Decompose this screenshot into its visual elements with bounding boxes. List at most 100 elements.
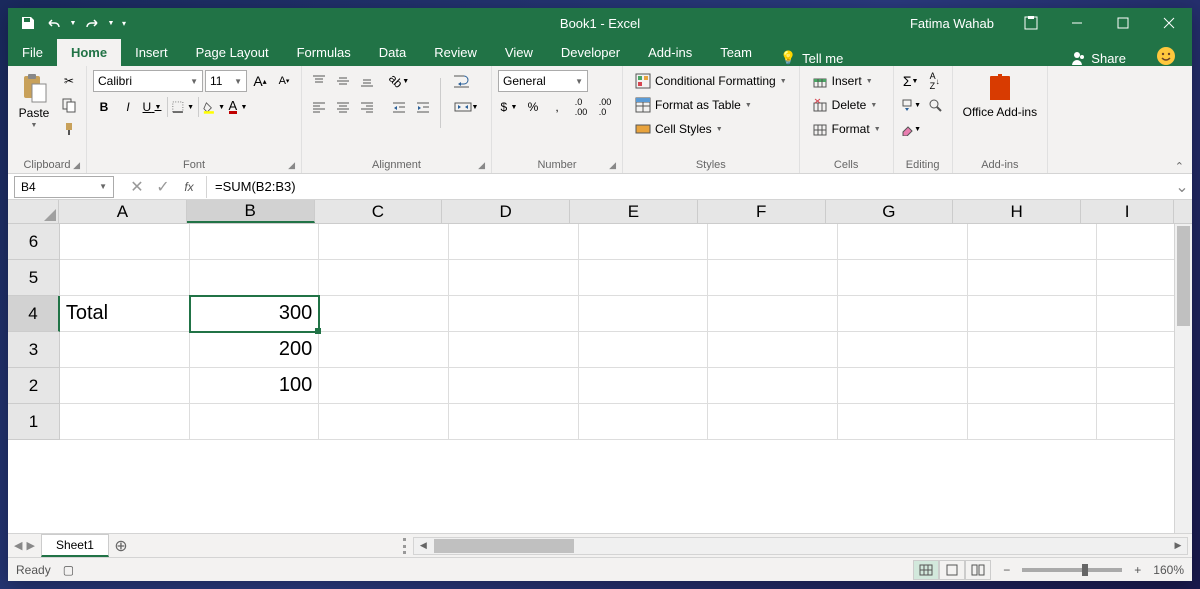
- dialog-launcher-icon[interactable]: ◢: [73, 160, 80, 171]
- paste-button[interactable]: Paste ▼: [14, 70, 54, 131]
- share-button[interactable]: Share: [1055, 50, 1140, 66]
- cut-button[interactable]: ✂: [58, 70, 80, 92]
- cell-E4[interactable]: [579, 296, 709, 332]
- align-left-button[interactable]: [308, 96, 330, 118]
- column-header-C[interactable]: C: [315, 200, 443, 223]
- cell-A1[interactable]: [60, 404, 190, 440]
- save-icon[interactable]: [16, 11, 40, 35]
- column-header-H[interactable]: H: [953, 200, 1081, 223]
- increase-indent-button[interactable]: [412, 96, 434, 118]
- scroll-left-icon[interactable]: ◀: [414, 538, 432, 554]
- sheet-nav-next-icon[interactable]: ▶: [26, 539, 34, 552]
- feedback-smiley-icon[interactable]: [1140, 46, 1192, 66]
- cell-A6[interactable]: [60, 224, 190, 260]
- cell-H4[interactable]: [968, 296, 1098, 332]
- row-header-1[interactable]: 1: [8, 404, 60, 440]
- cell-G1[interactable]: [838, 404, 968, 440]
- cell-D2[interactable]: [449, 368, 579, 404]
- minimize-button[interactable]: [1054, 8, 1100, 38]
- cell-C4[interactable]: [319, 296, 449, 332]
- wrap-text-button[interactable]: [447, 70, 477, 92]
- redo-icon[interactable]: [80, 11, 104, 35]
- cell-D1[interactable]: [449, 404, 579, 440]
- tell-me[interactable]: 💡 Tell me: [766, 50, 857, 66]
- cell-G5[interactable]: [838, 260, 968, 296]
- copy-button[interactable]: [58, 94, 80, 116]
- ribbon-display-icon[interactable]: [1008, 8, 1054, 38]
- font-color-button[interactable]: A ▼: [227, 96, 249, 118]
- cell-D6[interactable]: [449, 224, 579, 260]
- formula-input[interactable]: =SUM(B2:B3): [207, 179, 1172, 194]
- autosum-button[interactable]: Σ▼: [900, 70, 922, 92]
- fill-color-button[interactable]: ▼: [203, 96, 225, 118]
- tab-developer[interactable]: Developer: [547, 39, 634, 66]
- format-as-table-button[interactable]: Format as Table▼: [629, 94, 793, 116]
- horizontal-scrollbar[interactable]: ◀ ▶: [413, 537, 1188, 555]
- cell-G6[interactable]: [838, 224, 968, 260]
- cell-F2[interactable]: [708, 368, 838, 404]
- column-header-A[interactable]: A: [59, 200, 187, 223]
- sheet-nav-prev-icon[interactable]: ◀: [14, 539, 22, 552]
- cell-F6[interactable]: [708, 224, 838, 260]
- cell-H5[interactable]: [968, 260, 1098, 296]
- align-top-button[interactable]: [308, 70, 330, 92]
- cell-D5[interactable]: [449, 260, 579, 296]
- zoom-out-button[interactable]: −: [999, 563, 1014, 577]
- border-button[interactable]: ▼: [172, 96, 194, 118]
- cell-styles-button[interactable]: Cell Styles▼: [629, 118, 793, 140]
- percent-button[interactable]: %: [522, 96, 544, 118]
- cell-A3[interactable]: [60, 332, 190, 368]
- insert-cells-button[interactable]: Insert▼: [806, 70, 887, 92]
- find-select-button[interactable]: [924, 94, 946, 116]
- cell-F1[interactable]: [708, 404, 838, 440]
- align-middle-button[interactable]: [332, 70, 354, 92]
- zoom-in-button[interactable]: +: [1130, 563, 1145, 577]
- underline-button[interactable]: U ▼: [141, 96, 163, 118]
- insert-function-button[interactable]: fx: [176, 176, 202, 198]
- select-all-button[interactable]: [8, 200, 59, 223]
- sort-filter-button[interactable]: AZ↓: [924, 70, 946, 92]
- row-header-3[interactable]: 3: [8, 332, 60, 368]
- zoom-slider[interactable]: [1022, 568, 1122, 572]
- undo-dropdown-icon[interactable]: ▼: [68, 11, 78, 35]
- office-addins-button[interactable]: Office Add-ins: [959, 70, 1041, 121]
- vertical-scrollbar[interactable]: [1174, 224, 1192, 533]
- page-break-view-button[interactable]: [965, 560, 991, 580]
- increase-decimal-button[interactable]: .0.00: [570, 96, 592, 118]
- cell-E6[interactable]: [579, 224, 709, 260]
- tab-page-layout[interactable]: Page Layout: [182, 39, 283, 66]
- cell-E5[interactable]: [579, 260, 709, 296]
- dialog-launcher-icon[interactable]: ◢: [478, 160, 485, 171]
- tab-addins[interactable]: Add-ins: [634, 39, 706, 66]
- collapse-ribbon-button[interactable]: ⌃: [1167, 66, 1192, 173]
- scroll-right-icon[interactable]: ▶: [1169, 538, 1187, 554]
- font-name-combo[interactable]: Calibri▼: [93, 70, 203, 92]
- cell-F3[interactable]: [708, 332, 838, 368]
- qat-customize-icon[interactable]: ▾: [118, 11, 130, 35]
- column-header-F[interactable]: F: [698, 200, 826, 223]
- dialog-launcher-icon[interactable]: ◢: [288, 160, 295, 171]
- increase-font-button[interactable]: A▴: [249, 70, 271, 92]
- fill-button[interactable]: ▼: [900, 94, 922, 116]
- bold-button[interactable]: B: [93, 96, 115, 118]
- cell-G4[interactable]: [838, 296, 968, 332]
- format-cells-button[interactable]: Format▼: [806, 118, 887, 140]
- cell-A2[interactable]: [60, 368, 190, 404]
- cell-C6[interactable]: [319, 224, 449, 260]
- name-box[interactable]: B4▼: [14, 176, 114, 198]
- delete-cells-button[interactable]: Delete▼: [806, 94, 887, 116]
- align-center-button[interactable]: [332, 96, 354, 118]
- cell-C5[interactable]: [319, 260, 449, 296]
- align-right-button[interactable]: [356, 96, 378, 118]
- undo-icon[interactable]: [42, 11, 66, 35]
- cell-B2[interactable]: 100: [190, 368, 320, 404]
- redo-dropdown-icon[interactable]: ▼: [106, 11, 116, 35]
- column-header-B[interactable]: B: [187, 200, 315, 223]
- dialog-launcher-icon[interactable]: ◢: [609, 160, 616, 171]
- tab-view[interactable]: View: [491, 39, 547, 66]
- cell-H6[interactable]: [968, 224, 1098, 260]
- tab-data[interactable]: Data: [365, 39, 420, 66]
- merge-center-button[interactable]: ▼: [447, 96, 485, 118]
- column-header-E[interactable]: E: [570, 200, 698, 223]
- row-header-6[interactable]: 6: [8, 224, 60, 260]
